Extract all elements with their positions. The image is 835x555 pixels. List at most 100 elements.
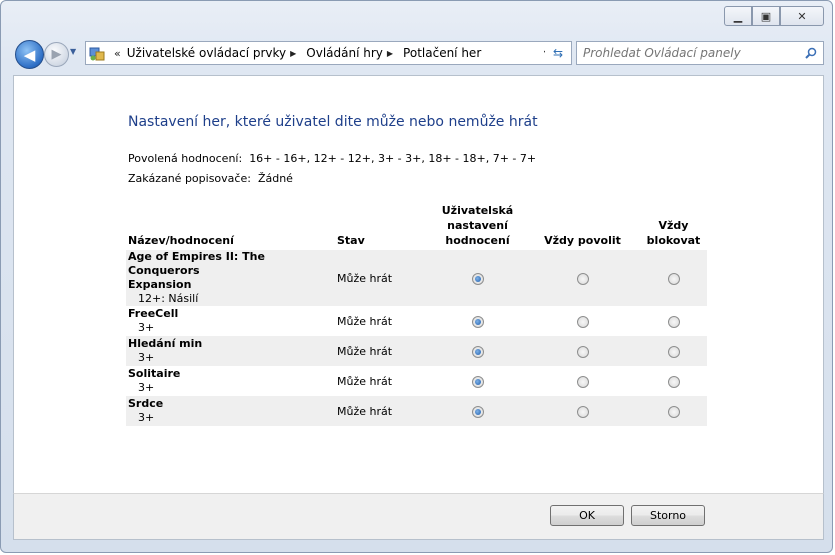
minimize-icon: ▁ [733, 9, 743, 23]
always-allow-radio[interactable] [576, 375, 589, 388]
always-allow-radio[interactable] [576, 272, 589, 285]
always-block-radio[interactable] [667, 405, 680, 418]
allowed-ratings-value: 16+ - 16+, 12+ - 12+, 3+ - 3+, 18+ - 18+… [249, 152, 537, 165]
game-rating: 3+ [138, 351, 155, 364]
game-rating: 12+: Násilí [138, 292, 199, 305]
maximize-button[interactable]: ▣ [752, 6, 780, 26]
always-block-radio[interactable] [667, 272, 680, 285]
forward-arrow-icon: ▶ [51, 47, 62, 62]
close-icon: ✕ [797, 9, 807, 23]
always-allow-radio[interactable] [576, 345, 589, 358]
search-icon[interactable] [805, 47, 817, 59]
search-box[interactable] [576, 41, 824, 65]
always-block-cell [640, 366, 707, 396]
breadcrumb-user-controls[interactable]: Uživatelské ovládací prvky ▶ [127, 46, 301, 60]
always-allow-radio[interactable] [576, 315, 589, 328]
game-status: Může hrát [335, 396, 430, 426]
blocked-descriptors-value: Žádné [257, 172, 293, 185]
always-block-cell [640, 336, 707, 366]
game-name: Srdce [128, 397, 164, 410]
game-name-cell: FreeCell 3+ [126, 306, 335, 336]
always-block-radio[interactable] [667, 345, 680, 358]
chevron-down-icon: ▼ [70, 47, 77, 56]
breadcrumb-label: Ovládání hry [306, 46, 383, 60]
back-button[interactable]: ◀ [15, 40, 44, 69]
column-header-name: Název/hodnocení [128, 234, 234, 247]
cancel-button[interactable]: Storno [631, 505, 705, 526]
user-rating-cell [430, 306, 525, 336]
breadcrumb-separator-icon[interactable]: ▶ [387, 49, 393, 58]
window-frame: ▁ ▣ ✕ ◀ ▶ ▼ « Uživatelské ovládací prvky… [0, 0, 833, 553]
allowed-ratings-label: Povolená hodnocení: [128, 152, 243, 165]
user-rating-cell [430, 250, 525, 306]
ok-button[interactable]: OK [550, 505, 624, 526]
breadcrumb-label: Uživatelské ovládací prvky [126, 46, 287, 60]
column-header-line: blokovat [646, 234, 701, 247]
search-input[interactable] [577, 45, 795, 61]
user-rating-cell [430, 396, 525, 426]
always-block-cell [640, 396, 707, 426]
user-rating-cell [430, 366, 525, 396]
refresh-button[interactable]: ⇆ [545, 41, 572, 65]
game-name-cell: Srdce 3+ [126, 396, 335, 426]
game-name-continued: Expansion [128, 278, 192, 291]
blocked-descriptors: Zakázané popisovače: Žádné [128, 172, 293, 185]
column-header-line: Uživatelská [441, 204, 514, 217]
game-rating: 3+ [138, 411, 155, 424]
table-row: Solitaire 3+ Může hrát [126, 366, 707, 396]
user-rating-radio[interactable] [471, 315, 484, 328]
game-status: Může hrát [335, 336, 430, 366]
game-rating: 3+ [138, 321, 155, 334]
game-name-cell: Age of Empires II: The Conquerors Expans… [126, 250, 335, 306]
blocked-descriptors-label: Zakázané popisovače: [128, 172, 251, 185]
column-header-status: Stav [337, 234, 365, 247]
always-block-radio[interactable] [667, 315, 680, 328]
game-rating: 3+ [138, 381, 155, 394]
navigation-bar: ◀ ▶ ▼ « Uživatelské ovládací prvky ▶ Ovlá… [13, 39, 824, 69]
column-header-always-block: Vždy blokovat [640, 203, 707, 250]
always-allow-cell [525, 336, 640, 366]
game-name-cell: Solitaire 3+ [126, 366, 335, 396]
refresh-icon: ⇆ [552, 46, 564, 60]
minimize-button[interactable]: ▁ [724, 6, 752, 26]
always-allow-cell [525, 250, 640, 306]
always-block-cell [640, 306, 707, 336]
maximize-icon: ▣ [760, 9, 772, 23]
allowed-ratings: Povolená hodnocení: 16+ - 16+, 12+ - 12+… [128, 152, 536, 165]
column-header-user-rating: Uživatelská nastavení hodnocení [430, 203, 525, 250]
content-area: Nastavení her, které uživatel dite může … [13, 75, 824, 494]
always-allow-cell [525, 396, 640, 426]
forward-button[interactable]: ▶ [44, 42, 69, 67]
game-status: Může hrát [337, 314, 393, 328]
user-rating-radio[interactable] [471, 272, 484, 285]
table-row: Age of Empires II: The Conquerors Expans… [126, 250, 707, 306]
user-rating-radio[interactable] [471, 345, 484, 358]
recent-pages-dropdown[interactable]: ▼ [70, 47, 76, 56]
table-header: Název/hodnocení Stav Uživatelská nastave… [126, 203, 707, 250]
breadcrumb-separator-icon[interactable]: ▶ [290, 49, 296, 58]
always-allow-cell [525, 306, 640, 336]
dialog-footer: OK Storno [13, 493, 824, 540]
game-name: Solitaire [128, 367, 181, 380]
close-button[interactable]: ✕ [780, 6, 824, 26]
always-block-cell [640, 250, 707, 306]
column-header-line: Vždy [658, 219, 689, 232]
caption-buttons: ▁ ▣ ✕ [724, 6, 824, 26]
column-header-line: hodnocení [445, 234, 510, 247]
address-bar[interactable]: « Uživatelské ovládací prvky ▶ Ovládání h… [85, 41, 557, 65]
user-rating-radio[interactable] [471, 405, 484, 418]
breadcrumb-game-overrides[interactable]: Potlačení her [403, 46, 481, 60]
breadcrumb-label: Potlačení her [403, 46, 482, 60]
breadcrumb-prefix[interactable]: « [114, 47, 121, 60]
game-status: Může hrát [335, 250, 430, 306]
column-header-always-allow: Vždy povolit [544, 234, 621, 247]
column-header-line: nastavení [447, 219, 508, 232]
page-title: Nastavení her, které uživatel dite může … [128, 114, 538, 130]
game-name-cell: Hledání min 3+ [126, 336, 335, 366]
always-allow-radio[interactable] [576, 405, 589, 418]
breadcrumb-game-controls[interactable]: Ovládání hry ▶ [306, 46, 397, 60]
back-arrow-icon: ◀ [23, 45, 36, 64]
always-allow-cell [525, 366, 640, 396]
always-block-radio[interactable] [667, 375, 680, 388]
user-rating-radio[interactable] [471, 375, 484, 388]
